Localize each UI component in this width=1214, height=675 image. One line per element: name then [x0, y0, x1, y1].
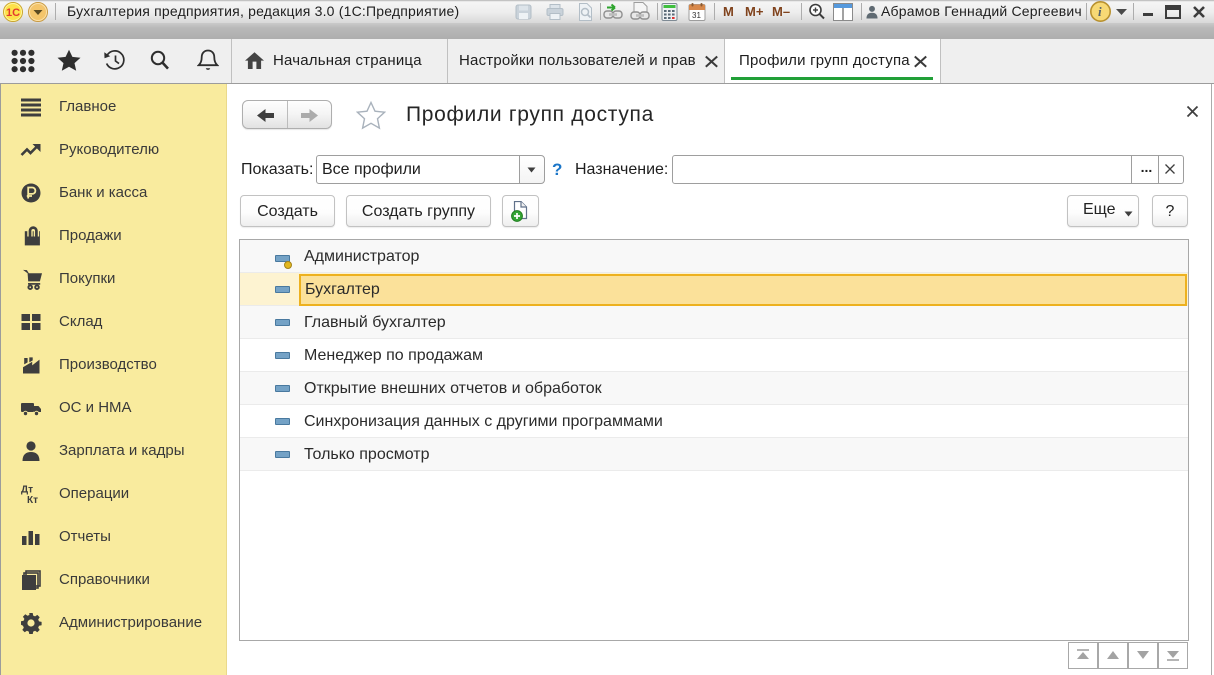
- svg-text:i: i: [1098, 4, 1102, 19]
- svg-text:Дт: Дт: [21, 484, 33, 495]
- svg-text:1С: 1С: [6, 7, 20, 19]
- svg-text:Кт: Кт: [27, 495, 38, 505]
- svg-text:31: 31: [692, 11, 701, 20]
